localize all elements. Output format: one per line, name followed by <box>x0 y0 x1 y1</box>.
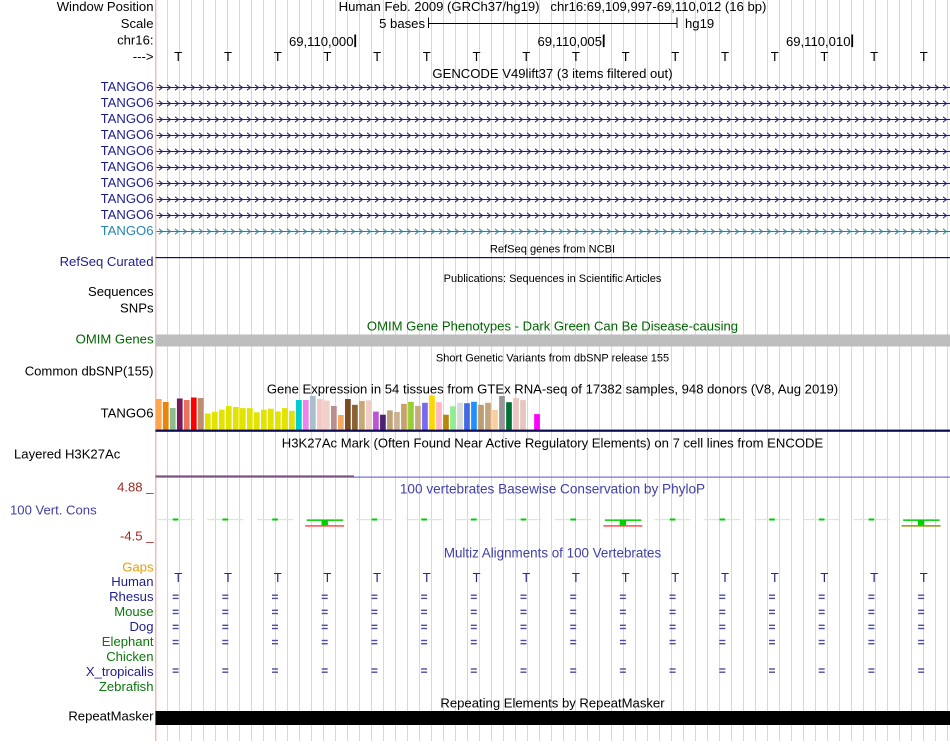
svg-text:T: T <box>274 49 282 64</box>
svg-text:Rhesus: Rhesus <box>109 589 154 604</box>
svg-text:T: T <box>423 570 431 585</box>
svg-text:Short Genetic Variants from db: Short Genetic Variants from dbSNP releas… <box>436 353 669 365</box>
svg-text:Dog: Dog <box>129 619 153 634</box>
svg-text:TANGO6: TANGO6 <box>101 406 154 421</box>
svg-text:OMIM Gene Phenotypes - Dark Gr: OMIM Gene Phenotypes - Dark Green Can Be… <box>367 319 738 334</box>
svg-text:T: T <box>522 49 530 64</box>
svg-text:Multiz Alignments of 100 Verte: Multiz Alignments of 100 Vertebrates <box>444 546 662 561</box>
svg-text:T: T <box>870 49 878 64</box>
svg-text:T: T <box>572 570 580 585</box>
svg-text:T: T <box>323 570 331 585</box>
svg-text:TANGO6: TANGO6 <box>101 111 154 126</box>
svg-text:T: T <box>174 570 182 585</box>
svg-text:T: T <box>174 49 182 64</box>
svg-text:100 vertebrates Basewise Conse: 100 vertebrates Basewise Conservation by… <box>400 482 705 497</box>
svg-text:T: T <box>820 570 828 585</box>
svg-text:Common dbSNP(155): Common dbSNP(155) <box>25 364 154 379</box>
svg-text:TANGO6: TANGO6 <box>101 207 154 222</box>
svg-text:T: T <box>771 570 779 585</box>
svg-text:T: T <box>671 49 679 64</box>
svg-text:T: T <box>522 570 530 585</box>
svg-text:RepeatMasker: RepeatMasker <box>68 709 154 724</box>
svg-text:69,110,000: 69,110,000 <box>289 34 354 49</box>
svg-text:Gene Expression in 54 tissues: Gene Expression in 54 tissues from GTEx … <box>267 382 838 397</box>
svg-text:T: T <box>920 49 928 64</box>
svg-text:T: T <box>820 49 828 64</box>
svg-text:Window Position: Window Position <box>57 0 154 14</box>
svg-text:T: T <box>224 49 232 64</box>
svg-text:chr16:: chr16: <box>117 33 153 48</box>
svg-text:T: T <box>622 49 630 64</box>
svg-text:Gaps: Gaps <box>122 560 154 575</box>
svg-text:5 bases: 5 bases <box>379 16 425 31</box>
svg-text:T: T <box>920 570 928 585</box>
svg-text:T: T <box>771 49 779 64</box>
svg-text:TANGO6: TANGO6 <box>101 79 154 94</box>
svg-text:69,110,005: 69,110,005 <box>537 34 602 49</box>
svg-text:Zebrafish: Zebrafish <box>99 679 154 694</box>
svg-text:Scale: Scale <box>121 16 154 31</box>
svg-text:TANGO6: TANGO6 <box>101 175 154 190</box>
svg-text:Sequences: Sequences <box>88 284 154 299</box>
svg-text:4.88 _: 4.88 _ <box>117 480 154 495</box>
svg-text:SNPs: SNPs <box>120 301 154 316</box>
svg-text:Publications: Sequences in Sci: Publications: Sequences in Scientific Ar… <box>444 273 662 285</box>
svg-text:T: T <box>721 49 729 64</box>
svg-text:T: T <box>671 570 679 585</box>
svg-text:GENCODE V49lift37 (3 items fil: GENCODE V49lift37 (3 items filtered out) <box>432 66 672 81</box>
svg-text:T: T <box>274 570 282 585</box>
svg-text:T: T <box>224 570 232 585</box>
svg-text:69,110,010: 69,110,010 <box>786 34 851 49</box>
svg-text:Elephant: Elephant <box>102 634 154 649</box>
svg-text:OMIM Genes: OMIM Genes <box>76 332 154 347</box>
svg-text:X_tropicalis: X_tropicalis <box>86 664 154 679</box>
svg-text:T: T <box>323 49 331 64</box>
svg-text:T: T <box>473 570 481 585</box>
svg-text:hg19: hg19 <box>685 16 714 31</box>
svg-text:H3K27Ac Mark (Often Found Near: H3K27Ac Mark (Often Found Near Active Re… <box>282 436 824 451</box>
svg-text:Human Feb. 2009 (GRCh37/hg19): Human Feb. 2009 (GRCh37/hg19) chr16:69,1… <box>339 0 767 14</box>
svg-text:RefSeq genes from NCBI: RefSeq genes from NCBI <box>490 244 615 256</box>
svg-text:TANGO6: TANGO6 <box>101 143 154 158</box>
svg-text:TANGO6: TANGO6 <box>101 223 154 238</box>
svg-text:TANGO6: TANGO6 <box>101 191 154 206</box>
svg-text:Mouse: Mouse <box>114 604 153 619</box>
svg-text:TANGO6: TANGO6 <box>101 159 154 174</box>
svg-text:T: T <box>423 49 431 64</box>
svg-text:T: T <box>870 570 878 585</box>
svg-text:T: T <box>473 49 481 64</box>
svg-text:TANGO6: TANGO6 <box>101 127 154 142</box>
svg-text:T: T <box>721 570 729 585</box>
svg-text:TANGO6: TANGO6 <box>101 95 154 110</box>
svg-text:T: T <box>622 570 630 585</box>
svg-text:Human: Human <box>111 574 153 589</box>
svg-text:T: T <box>572 49 580 64</box>
svg-text:T: T <box>373 49 381 64</box>
svg-text:-4.5 _: -4.5 _ <box>120 529 154 544</box>
svg-text:--->: ---> <box>133 49 154 64</box>
svg-text:Chicken: Chicken <box>106 649 153 664</box>
svg-text:RefSeq Curated: RefSeq Curated <box>60 254 154 269</box>
svg-text:100 Vert. Cons: 100 Vert. Cons <box>10 503 97 518</box>
svg-text:Layered H3K27Ac: Layered H3K27Ac <box>14 447 121 462</box>
svg-text:T: T <box>373 570 381 585</box>
svg-text:Repeating Elements by RepeatMa: Repeating Elements by RepeatMasker <box>440 696 665 711</box>
